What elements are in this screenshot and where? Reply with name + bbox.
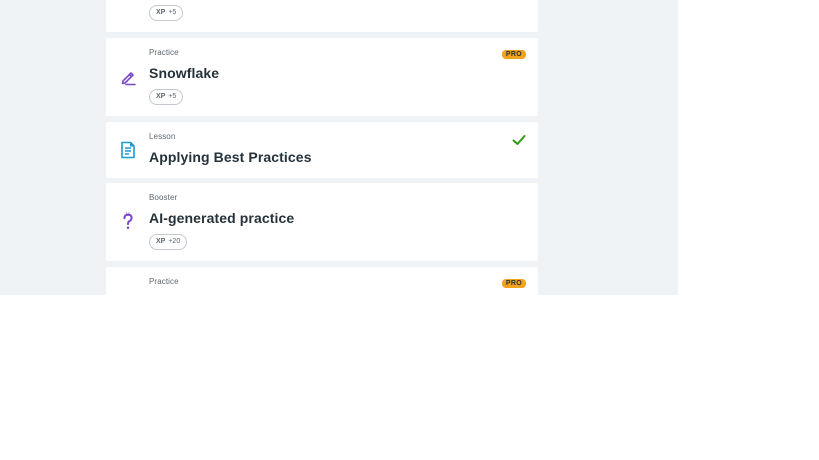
xp-badge: XP +5 — [149, 89, 184, 105]
card-title: Snowflake — [149, 65, 220, 81]
xp-label: XP — [156, 93, 166, 100]
xp-label: XP — [156, 238, 166, 245]
lesson-card-applying-best-practices[interactable]: Lesson Applying Best Practices — [106, 122, 538, 178]
practice-card[interactable]: Practice PRO — [106, 267, 538, 295]
xp-value: +5 — [168, 93, 177, 100]
card-title: Applying Best Practices — [149, 149, 312, 165]
course-content-panel: XP +5 Practice Snowflake XP +5 PRO Lesson … — [0, 0, 678, 295]
card-title: AI-generated practice — [149, 210, 295, 226]
pencil-edit-icon — [121, 72, 136, 86]
xp-badge: XP +5 — [149, 5, 184, 21]
practice-card-snowflake[interactable]: Practice Snowflake XP +5 PRO — [106, 38, 538, 116]
card-type-label: Booster — [149, 193, 178, 202]
card-type-label: Practice — [149, 277, 179, 286]
booster-card-ai-generated-practice[interactable]: Booster AI-generated practice XP +20 — [106, 183, 538, 261]
document-icon — [121, 141, 135, 159]
question-mark-icon — [123, 212, 133, 230]
xp-label: XP — [156, 9, 166, 16]
completed-check-icon — [512, 135, 526, 145]
card-type-label: Lesson — [149, 132, 176, 141]
pro-badge: PRO — [501, 279, 526, 288]
xp-value: +5 — [168, 9, 177, 16]
practice-card[interactable]: XP +5 — [106, 0, 538, 32]
xp-badge: XP +20 — [149, 234, 188, 250]
card-type-label: Practice — [149, 48, 179, 57]
pro-badge: PRO — [501, 50, 526, 59]
xp-value: +20 — [168, 238, 181, 245]
